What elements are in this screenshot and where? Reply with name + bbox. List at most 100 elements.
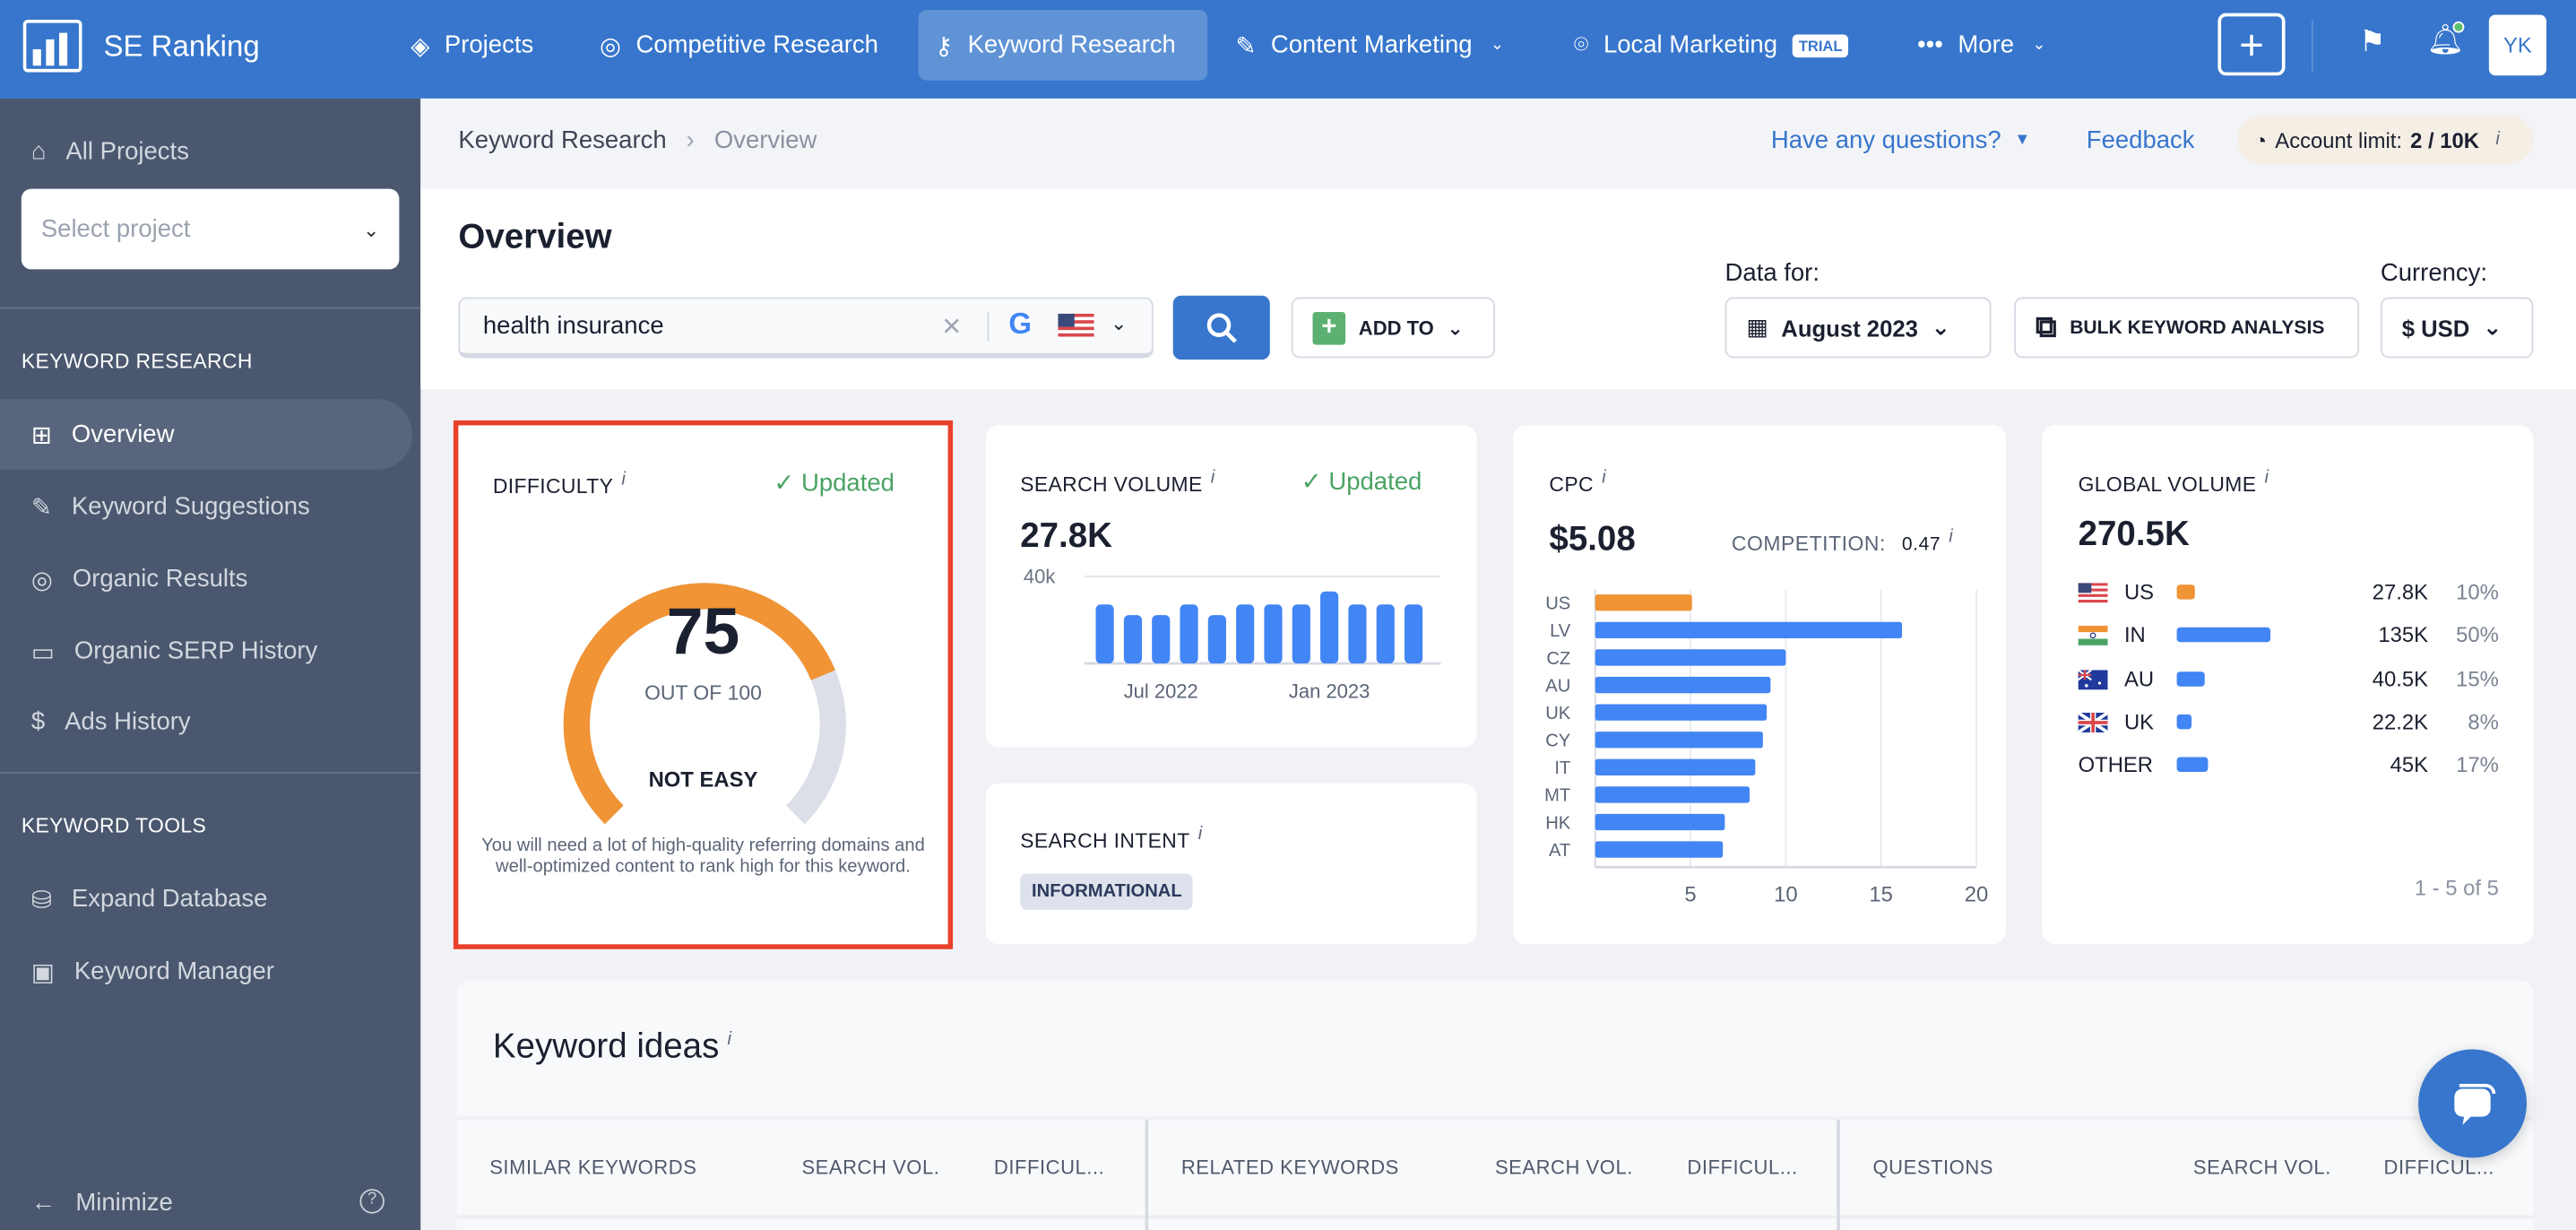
sidebar-item-organic-serp-history[interactable]: ▭ Organic SERP History bbox=[0, 616, 412, 687]
nav-competitive-research[interactable]: ◎ Competitive Research bbox=[583, 10, 895, 81]
competition: COMPETITION: 0.47 i bbox=[1732, 527, 1953, 555]
category-label: CZ bbox=[1546, 649, 1570, 669]
info-icon[interactable]: i bbox=[2495, 130, 2499, 150]
questions-dropdown[interactable]: Have any questions? ▼ bbox=[1771, 126, 2031, 156]
volume-bar[interactable] bbox=[1404, 604, 1423, 664]
check-icon: ✓ bbox=[1301, 468, 1329, 497]
bulk-keyword-analysis-button[interactable]: ⧉ BULK KEYWORD ANALYSIS bbox=[2014, 297, 2360, 359]
volume-bar[interactable] bbox=[1095, 604, 1114, 664]
add-button[interactable]: + bbox=[2217, 13, 2286, 76]
country-row: AU 40.5K 15% bbox=[2078, 665, 2499, 692]
avatar[interactable]: YK bbox=[2488, 14, 2546, 76]
column-header-related-keywords[interactable]: RELATED KEYWORDS bbox=[1148, 1120, 1495, 1215]
x-tick-label: 15 bbox=[1869, 883, 1893, 907]
cpc-bar[interactable] bbox=[1595, 621, 1903, 639]
country-percent: 15% bbox=[2456, 665, 2499, 691]
difficulty-card: DIFFICULTY i ✓ Updated 75 OUT OF 100 NOT … bbox=[453, 420, 954, 949]
category-label: AT bbox=[1549, 841, 1570, 861]
sidebar-item-label: Expand Database bbox=[71, 885, 268, 914]
breadcrumb-parent[interactable]: Keyword Research bbox=[458, 126, 666, 154]
chevron-down-icon[interactable]: ⌄ bbox=[1111, 312, 1127, 335]
search-button[interactable] bbox=[1172, 295, 1270, 360]
cpc-bar[interactable] bbox=[1595, 841, 1724, 858]
select-project-dropdown[interactable]: Select project ⌄ bbox=[21, 188, 400, 270]
column-header-difficulty[interactable]: DIFFICUL... bbox=[1666, 1120, 1838, 1215]
column-header-search-vol[interactable]: SEARCH VOL. bbox=[1495, 1120, 1666, 1215]
volume-bar[interactable] bbox=[1320, 591, 1339, 664]
cpc-bar[interactable] bbox=[1595, 813, 1725, 831]
cpc-bar[interactable] bbox=[1595, 732, 1763, 749]
nav-projects[interactable]: ◈ Projects bbox=[394, 10, 550, 81]
volume-bar[interactable] bbox=[1264, 604, 1283, 664]
volume-bar[interactable] bbox=[1376, 604, 1395, 664]
help-icon[interactable]: ? bbox=[359, 1189, 385, 1214]
nav-more[interactable]: ••• More ⌄ bbox=[1901, 10, 2062, 81]
cpc-bar[interactable] bbox=[1595, 786, 1750, 803]
global-volume-card: GLOBAL VOLUME i 270.5K 1 - 5 of 5 US 27.8K… bbox=[2042, 425, 2534, 945]
info-icon[interactable]: i bbox=[1949, 527, 1953, 547]
cpc-bar[interactable] bbox=[1595, 649, 1786, 666]
volume-bar[interactable] bbox=[1152, 615, 1171, 664]
volume-bar[interactable] bbox=[1123, 615, 1143, 664]
info-icon[interactable]: i bbox=[1198, 825, 1203, 845]
chat-button[interactable] bbox=[2418, 1049, 2528, 1158]
sidebar-item-keyword-manager[interactable]: ▣ Keyword Manager bbox=[0, 936, 412, 1007]
volume-bar[interactable] bbox=[1348, 604, 1367, 664]
cpc-bar[interactable] bbox=[1595, 758, 1756, 775]
column-header-search-vol[interactable]: SEARCH VOL. bbox=[801, 1120, 972, 1215]
account-limit-value: 2 / 10K bbox=[2410, 126, 2480, 152]
add-to-button[interactable]: + ADD TO ⌄ bbox=[1291, 297, 1495, 359]
sidebar-item-keyword-suggestions[interactable]: ✎ Keyword Suggestions bbox=[0, 472, 412, 542]
chevron-down-icon: ⌄ bbox=[362, 217, 380, 241]
country-volume: 27.8K bbox=[2372, 579, 2429, 605]
flag-icon[interactable]: ⚑ bbox=[2359, 24, 2386, 58]
us-flag-icon[interactable] bbox=[1058, 313, 1094, 341]
nav-local-marketing[interactable]: ⌾ Local Marketing TRIAL bbox=[1558, 10, 1865, 81]
us-flag-icon bbox=[2078, 583, 2108, 603]
month-value: August 2023 bbox=[1781, 314, 1918, 342]
volume-bar[interactable] bbox=[1207, 615, 1226, 664]
sidebar-item-organic-results[interactable]: ◎ Organic Results bbox=[0, 543, 412, 614]
volume-bar[interactable] bbox=[1292, 604, 1310, 664]
currency-label: Currency: bbox=[2380, 259, 2488, 288]
info-icon[interactable]: i bbox=[728, 1030, 731, 1050]
google-icon[interactable]: G bbox=[1008, 308, 1032, 342]
target-icon: ◎ bbox=[600, 31, 622, 60]
info-icon[interactable]: i bbox=[2265, 468, 2269, 488]
info-icon[interactable]: i bbox=[621, 470, 626, 489]
cpc-bar[interactable] bbox=[1595, 594, 1692, 611]
column-header-questions[interactable]: QUESTIONS bbox=[1840, 1120, 2191, 1215]
column-header-difficulty[interactable]: DIFFICUL... bbox=[972, 1120, 1145, 1215]
country-volume: 22.2K bbox=[2372, 709, 2429, 734]
column-header-similar-keywords[interactable]: SIMILAR KEYWORDS bbox=[457, 1120, 802, 1215]
country-code: OTHER bbox=[2078, 752, 2154, 777]
feedback-link[interactable]: Feedback bbox=[2087, 126, 2195, 154]
month-dropdown[interactable]: ▦ August 2023 ⌄ bbox=[1725, 297, 1992, 359]
sidebar-item-label: Minimize bbox=[75, 1189, 173, 1217]
country-volume: 45K bbox=[2390, 752, 2429, 777]
sidebar-item-all-projects[interactable]: ⌂ All Projects bbox=[0, 117, 412, 187]
briefcase-icon: ▣ bbox=[30, 957, 55, 986]
volume-bar[interactable] bbox=[1236, 604, 1255, 664]
sidebar-item-ads-history[interactable]: $ Ads History bbox=[0, 687, 412, 758]
volume-bar[interactable] bbox=[1180, 604, 1198, 664]
column-header-search-vol[interactable]: SEARCH VOL. bbox=[2191, 1120, 2364, 1215]
nav-label: Keyword Research bbox=[967, 30, 1176, 59]
nav-keyword-research[interactable]: ⚷ Keyword Research bbox=[918, 9, 1208, 81]
minimize-button[interactable]: ← Minimize bbox=[0, 1167, 412, 1230]
currency-dropdown[interactable]: $ USD ⌄ bbox=[2380, 297, 2534, 359]
info-icon[interactable]: i bbox=[1602, 468, 1606, 488]
cpc-bar[interactable] bbox=[1595, 676, 1771, 694]
keyword-search-input[interactable]: health insurance bbox=[458, 297, 1154, 359]
cpc-bar[interactable] bbox=[1595, 704, 1768, 721]
category-label: AU bbox=[1545, 676, 1570, 696]
category-label: UK bbox=[1545, 704, 1571, 723]
info-icon[interactable]: i bbox=[1211, 468, 1215, 488]
global-volume-title: GLOBAL VOLUME i bbox=[2078, 468, 2269, 497]
brand-logo[interactable]: SE Ranking bbox=[22, 19, 260, 73]
sidebar-item-overview[interactable]: ⊞ Overview bbox=[0, 399, 413, 470]
sidebar-item-expand-database[interactable]: ⛁ Expand Database bbox=[0, 864, 412, 935]
country-percent: 50% bbox=[2456, 622, 2499, 648]
clear-icon[interactable]: ✕ bbox=[941, 312, 962, 342]
nav-content-marketing[interactable]: ✎ Content Marketing ⌄ bbox=[1219, 10, 1520, 81]
